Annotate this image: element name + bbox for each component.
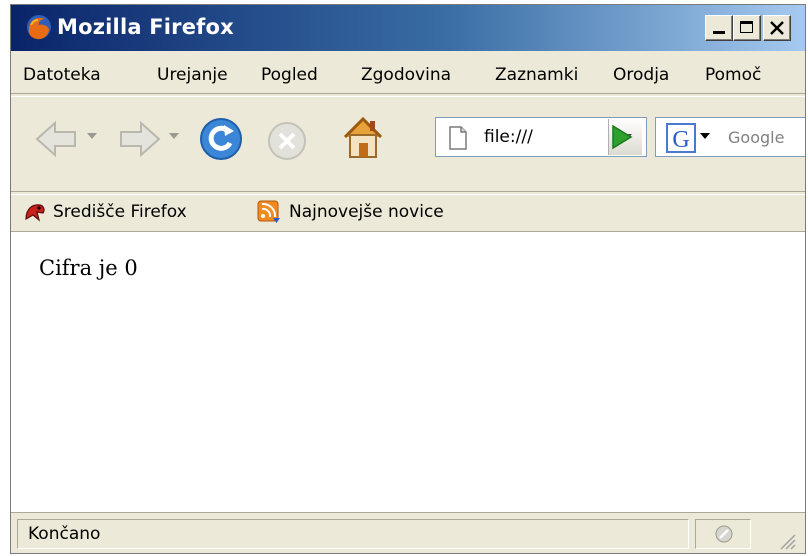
status-bar: Končano: [11, 513, 805, 553]
reload-icon[interactable]: [197, 115, 245, 163]
bookmark-item[interactable]: Najnovejše novice: [257, 199, 477, 225]
bookmarks-toolbar: Središče Firefox Najnovejše novice: [11, 193, 805, 231]
minimize-icon: [713, 31, 725, 34]
page-text: Cifra je 0: [39, 256, 138, 280]
go-icon[interactable]: [611, 124, 633, 150]
home-icon[interactable]: [339, 113, 387, 163]
maximize-button[interactable]: [733, 15, 761, 41]
forward-icon[interactable]: [115, 119, 163, 159]
menu-zaznamki[interactable]: Zaznamki: [495, 65, 578, 85]
page-content[interactable]: Cifra je 0: [11, 231, 805, 513]
menu-zgodovina[interactable]: Zgodovina: [361, 65, 451, 85]
maximize-icon: [740, 21, 753, 33]
page-icon: [449, 126, 467, 150]
close-icon: [770, 21, 784, 35]
menu-urejanje[interactable]: Urejanje: [157, 65, 228, 85]
status-panel: Končano: [17, 519, 689, 549]
bookmark-item[interactable]: Središče Firefox: [23, 199, 233, 225]
menu-bar: Datoteka Urejanje Pogled Zgodovina Zazna…: [11, 55, 805, 93]
search-bar[interactable]: G Google: [655, 117, 805, 157]
search-placeholder[interactable]: Google: [728, 128, 784, 147]
google-icon[interactable]: G: [666, 123, 696, 153]
security-panel[interactable]: [695, 519, 751, 549]
resize-grip-icon[interactable]: [777, 531, 797, 551]
menu-datoteka[interactable]: Datoteka: [23, 65, 101, 85]
no-security-icon: [715, 525, 733, 543]
close-button[interactable]: [763, 15, 791, 41]
navigation-toolbar: file:/// G Google: [11, 97, 805, 191]
menu-pogled[interactable]: Pogled: [261, 65, 318, 85]
title-bar[interactable]: Mozilla Firefox: [11, 5, 805, 51]
bookmark-label: Središče Firefox: [53, 202, 187, 222]
url-text[interactable]: file:///: [484, 127, 533, 147]
forward-dropdown-icon[interactable]: [169, 133, 179, 141]
back-dropdown-icon[interactable]: [87, 133, 97, 141]
bookmark-label: Najnovejše novice: [289, 202, 444, 222]
menu-pomoc[interactable]: Pomoč: [705, 65, 761, 85]
browser-window: Mozilla Firefox Datoteka Urejanje Pogled…: [10, 4, 806, 554]
minimize-button[interactable]: [705, 15, 733, 41]
rss-feed-icon: [257, 200, 280, 223]
menu-orodja[interactable]: Orodja: [613, 65, 669, 85]
window-title: Mozilla Firefox: [57, 15, 234, 39]
svg-text:G: G: [672, 127, 689, 153]
status-text: Končano: [28, 524, 101, 544]
firefox-hub-icon: [25, 204, 45, 222]
firefox-logo-icon: [27, 15, 51, 40]
back-icon[interactable]: [33, 119, 81, 159]
search-engine-dropdown-icon[interactable]: [700, 133, 710, 141]
stop-icon[interactable]: [265, 119, 309, 163]
